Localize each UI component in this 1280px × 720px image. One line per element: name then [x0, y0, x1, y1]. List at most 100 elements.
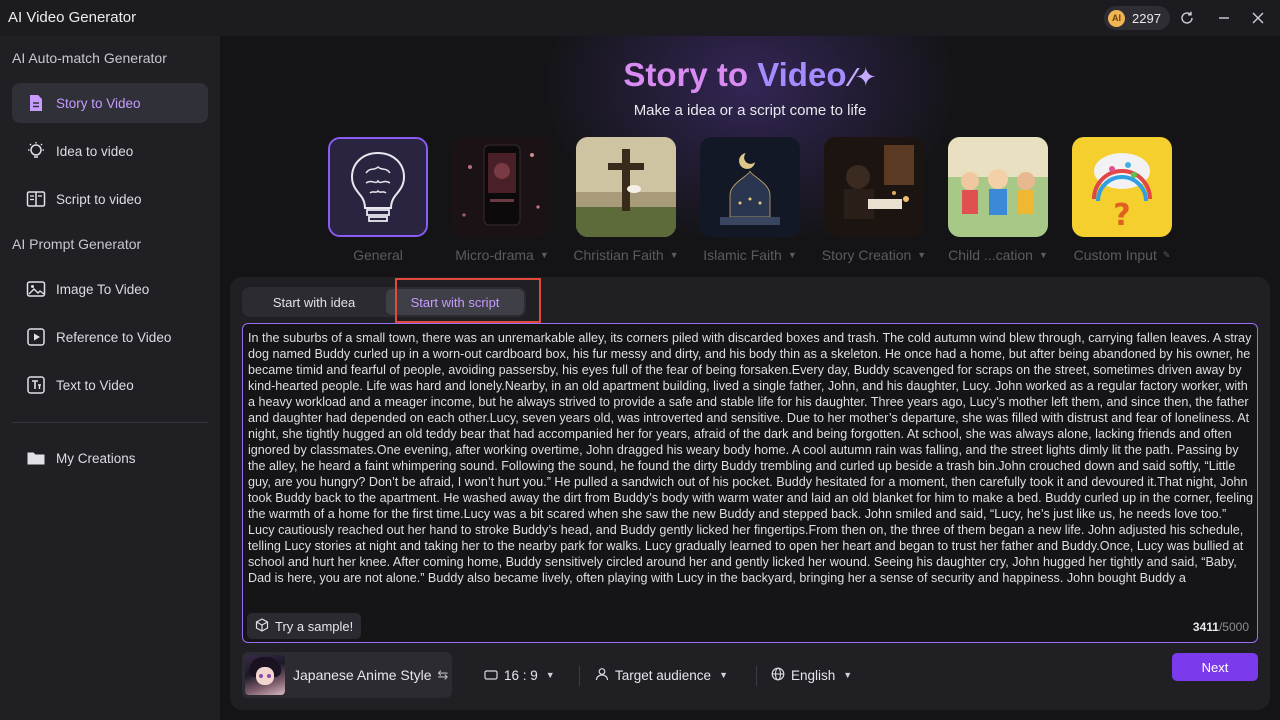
script-panel: Start with idea Start with script In the… [230, 277, 1270, 710]
aspect-ratio-value: 16 : 9 [504, 667, 538, 683]
dropdown-arrow-icon: ▼ [669, 250, 679, 260]
section-prompt-generator: AI Prompt Generator [12, 236, 142, 252]
sidebar: AI Auto-match Generator Story to Video I… [0, 36, 220, 720]
title-bar: AI Video Generator AI 2297 [0, 0, 1280, 36]
sidebar-item-label: Idea to video [56, 143, 134, 159]
category-label-child-education[interactable]: Child ...cation ▼ [936, 247, 1060, 263]
main-area: Story to Video ⁄✦ Make a idea or a script… [220, 36, 1280, 720]
section-auto-match: AI Auto-match Generator [12, 50, 167, 66]
category-label-text: Micro-drama [455, 247, 534, 263]
swap-icon: ⇆ [437, 667, 449, 682]
tab-start-with-idea[interactable]: Start with idea [244, 289, 384, 315]
dropdown-arrow-icon: ▼ [917, 250, 927, 260]
try-sample-button[interactable]: Try a sample! [247, 613, 362, 639]
language-value: English [791, 667, 836, 683]
sidebar-item-text-to-video[interactable]: Text to Video [12, 365, 208, 405]
style-name: Japanese Anime Style [293, 667, 432, 683]
target-audience-label: Target audience [615, 667, 712, 683]
target-audience-dropdown[interactable]: Target audience ▼ [595, 665, 728, 685]
style-selector[interactable]: Japanese Anime Style ⇆ [242, 652, 452, 698]
category-label-islamic-faith[interactable]: Islamic Faith ▼ [688, 247, 812, 263]
category-micro-drama[interactable] [452, 137, 552, 237]
script-text[interactable]: In the suburbs of a small town, there wa… [248, 330, 1254, 602]
sidebar-item-image-to-video[interactable]: Image To Video [12, 269, 208, 309]
children-thumb [948, 137, 1048, 237]
category-label-story-creation[interactable]: Story Creation ▼ [812, 247, 936, 263]
chevron-down-icon: ▼ [545, 670, 555, 680]
tab-highlight-box [395, 278, 541, 323]
sidebar-item-reference-to-video[interactable]: Reference to Video [12, 317, 208, 357]
close-icon[interactable] [1246, 6, 1270, 30]
credits-badge[interactable]: AI 2297 [1104, 6, 1170, 30]
category-label-custom-input[interactable]: Custom Input ✎ [1060, 247, 1184, 263]
script-input[interactable]: In the suburbs of a small town, there wa… [242, 323, 1258, 643]
document-icon [26, 93, 46, 113]
script-book-icon [26, 189, 46, 209]
hero-subtitle: Make a idea or a script come to life [633, 102, 867, 119]
sidebar-item-my-creations[interactable]: My Creations [12, 438, 208, 478]
category-label-text: Story Creation [821, 247, 912, 263]
svg-text:?: ? [1113, 198, 1130, 233]
aspect-ratio-dropdown[interactable]: 16 : 9 ▼ [484, 665, 555, 685]
category-label-text: Islamic Faith [703, 247, 782, 263]
folder-icon [26, 448, 46, 468]
sidebar-item-label: Image To Video [56, 281, 150, 297]
category-christian-faith[interactable] [576, 137, 676, 237]
category-custom-input[interactable]: ? [1072, 137, 1172, 237]
dropdown-arrow-icon: ▼ [787, 250, 797, 260]
sidebar-item-label: Story to Video [56, 95, 141, 111]
credits-value: 2297 [1132, 10, 1161, 26]
char-counter: 3411/5000 [1193, 620, 1249, 634]
brain-bulb-icon [330, 139, 426, 235]
separator [756, 666, 757, 686]
magic-wand-icon: ⁄✦ [850, 62, 877, 92]
hero-title-part1: Story to [623, 56, 758, 93]
try-sample-label: Try a sample! [275, 618, 354, 634]
cube-icon [255, 617, 269, 635]
category-label-text: General [353, 247, 403, 263]
sidebar-item-story-to-video[interactable]: Story to Video [12, 83, 208, 123]
storyteller-thumb [824, 137, 924, 237]
sidebar-item-label: My Creations [56, 450, 136, 466]
person-icon [595, 667, 609, 684]
chevron-down-icon: ▼ [843, 670, 853, 680]
separator [579, 666, 580, 686]
category-islamic-faith[interactable] [700, 137, 800, 237]
next-button[interactable]: Next [1172, 653, 1258, 681]
phone-drama-thumb [452, 137, 552, 237]
custom-idea-thumb: ? [1072, 137, 1172, 237]
text-icon [26, 375, 46, 395]
category-label-general: General [316, 247, 440, 263]
options-bar: Japanese Anime Style ⇆ 16 : 9 ▼ Target a… [242, 652, 1258, 700]
char-count-current: 3411 [1192, 620, 1219, 634]
hero-title-part2: Video [757, 56, 847, 93]
mosque-thumb [700, 137, 800, 237]
aspect-ratio-icon [484, 668, 498, 683]
sidebar-item-label: Text to Video [56, 377, 134, 393]
category-label-text: Child ...cation [948, 247, 1033, 263]
category-child-education[interactable] [948, 137, 1048, 237]
coin-icon: AI [1108, 9, 1125, 27]
language-dropdown[interactable]: English ▼ [771, 665, 852, 685]
anime-style-avatar [245, 655, 285, 695]
refresh-icon[interactable] [1175, 6, 1199, 30]
dropdown-arrow-icon: ▼ [539, 250, 549, 260]
category-label-christian-faith[interactable]: Christian Faith ▼ [564, 247, 688, 263]
category-story-creation[interactable] [824, 137, 924, 237]
category-general[interactable] [328, 137, 428, 237]
minimize-icon[interactable] [1212, 6, 1236, 30]
reference-video-icon [26, 327, 46, 347]
cross-thumb [576, 137, 676, 237]
category-label-text: Custom Input [1073, 247, 1157, 263]
sidebar-item-label: Reference to Video [56, 329, 172, 345]
sidebar-item-label: Script to video [56, 191, 142, 207]
image-icon [26, 279, 46, 299]
lightbulb-icon [26, 141, 46, 161]
chevron-down-icon: ▼ [719, 670, 728, 680]
category-label-text: Christian Faith [573, 247, 664, 263]
edit-pencil-icon: ✎ [1162, 249, 1171, 260]
sidebar-item-idea-to-video[interactable]: Idea to video [12, 131, 208, 171]
category-label-micro-drama[interactable]: Micro-drama ▼ [440, 247, 564, 263]
hero-title: Story to Video ⁄✦ [220, 56, 1280, 94]
sidebar-item-script-to-video[interactable]: Script to video [12, 179, 208, 219]
